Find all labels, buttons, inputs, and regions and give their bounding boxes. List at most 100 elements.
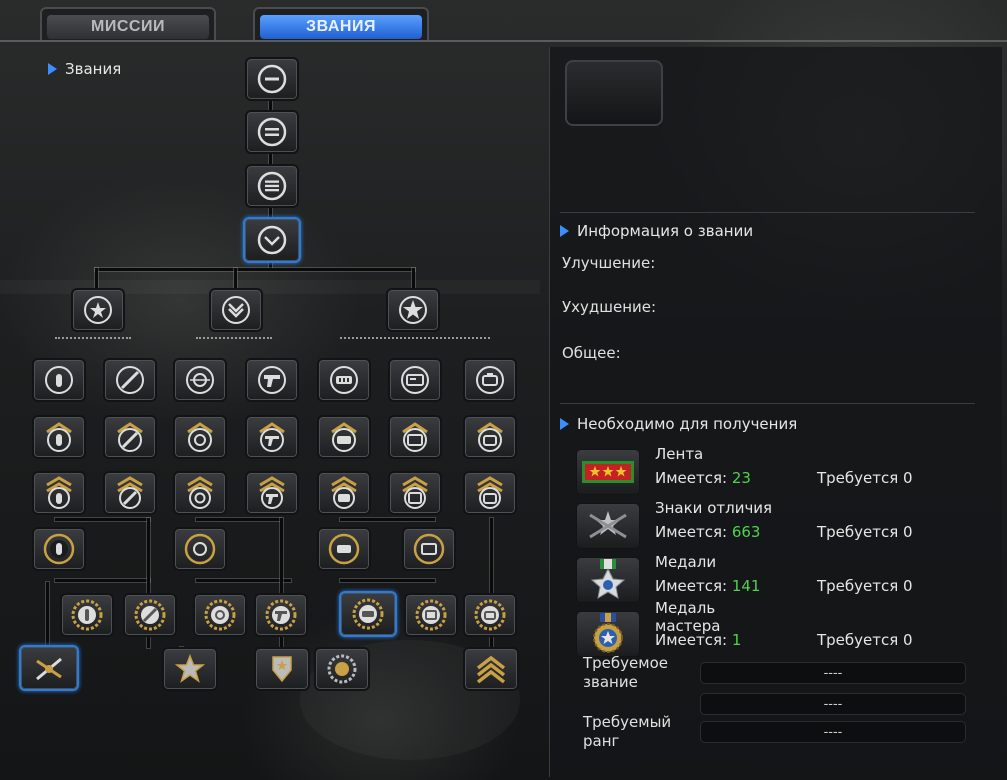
requirement-name: Медаль мастера: [655, 599, 721, 635]
have-label: Имеется:: [655, 631, 728, 649]
tree-connector: [46, 582, 49, 652]
tree-connector: [55, 518, 150, 521]
requirement-need: Требуется 0: [817, 577, 913, 595]
rank-node-sniper-1[interactable]: [173, 358, 227, 402]
rank-node-private-first[interactable]: [245, 110, 299, 154]
rank-node-rifle-5[interactable]: [60, 593, 114, 637]
tree-connector: [55, 337, 131, 339]
bullet-chevron-icon: [46, 422, 72, 452]
ribbon-icon: [576, 449, 640, 495]
requirement-name: Медали: [655, 553, 717, 571]
rank-node-pistol-5[interactable]: [254, 593, 308, 637]
rank-node-ammo-3[interactable]: [317, 471, 371, 515]
tab-ranks-label: ЗВАНИЯ: [260, 15, 422, 39]
radio-double-chevron-icon: [402, 476, 428, 509]
rank-node-final-chevrons[interactable]: [463, 647, 519, 691]
rank-node-branch-2[interactable]: [209, 288, 263, 332]
rank-node-ammo-4[interactable]: [317, 527, 371, 571]
required-rank-label: Требуемый ранг: [583, 713, 672, 750]
rank-node-radio-4[interactable]: [402, 527, 456, 571]
have-value: 663: [731, 523, 761, 541]
star-badge-icon: [399, 296, 427, 324]
rank-node-sniper-3[interactable]: [173, 471, 227, 515]
rank-badge-icon: [257, 64, 287, 94]
rank-node-blade-5[interactable]: [123, 593, 177, 637]
rank-portrait: [565, 60, 663, 126]
rank-info-title: Информация о звании: [560, 222, 753, 240]
pistol-double-chevron-icon: [259, 476, 285, 509]
degradation-label: Ухудшение:: [562, 298, 657, 316]
rank-node-final-star[interactable]: [162, 647, 218, 691]
requirement-row: Медали Имеется: 141 Требуется 0: [576, 553, 996, 607]
crossed-rifles-emblem-icon: [36, 657, 62, 681]
arrow-right-icon: [560, 225, 569, 237]
rank-node-final-rifle[interactable]: [19, 645, 79, 691]
required-title-field-secondary: ----: [700, 693, 966, 715]
tab-missions[interactable]: МИССИИ: [40, 7, 216, 41]
rank-node-pistol-1[interactable]: [245, 358, 299, 402]
ammo-icon: [330, 366, 358, 394]
requirement-have: Имеется: 141: [655, 577, 760, 595]
rank-node-rifle-2[interactable]: [32, 415, 86, 459]
bullet-double-chevron-icon: [46, 476, 72, 509]
rank-node-rifle-1[interactable]: [32, 358, 86, 402]
rank-node-radio-3[interactable]: [388, 471, 442, 515]
rank-node-rifle-3[interactable]: [32, 471, 86, 515]
rank-node-radio-1[interactable]: [388, 358, 442, 402]
bullet-icon: [45, 366, 73, 394]
rank-node-sniper-4[interactable]: [173, 527, 227, 571]
rank-node-blade-1[interactable]: [103, 358, 157, 402]
ammo-chevron-icon: [331, 422, 357, 452]
have-label: Имеется:: [655, 577, 728, 595]
have-value: 23: [731, 469, 751, 487]
rank-node-blade-2[interactable]: [103, 415, 157, 459]
rank-node-sergeant[interactable]: [243, 217, 301, 263]
rank-node-final-wreath[interactable]: [314, 647, 370, 691]
tree-connector: [340, 579, 435, 582]
rank-node-final-pistol[interactable]: [254, 647, 310, 691]
tab-ranks[interactable]: ЗВАНИЯ: [253, 7, 429, 41]
required-rank-field: ----: [700, 721, 966, 743]
tree-connector: [340, 518, 435, 521]
radio-gold-ring-icon: [413, 533, 445, 565]
rank-node-ammo-5[interactable]: [339, 591, 397, 637]
rank-node-pistol-2[interactable]: [245, 415, 299, 459]
rank-node-medic-1[interactable]: [463, 358, 517, 402]
medal-icon: [576, 557, 640, 603]
requirement-need: Требуется 0: [817, 631, 913, 649]
divider: [560, 403, 975, 404]
have-value: 1: [731, 631, 742, 649]
rank-info-panel: Информация о звании Улучшение: Ухудшение…: [549, 47, 1002, 777]
knife-icon: [116, 366, 144, 394]
divider: [560, 212, 975, 213]
rank-node-radio-5[interactable]: [404, 593, 458, 637]
rank-node-private[interactable]: [245, 57, 299, 101]
rank-node-radio-2[interactable]: [388, 415, 442, 459]
rank-node-pistol-3[interactable]: [245, 471, 299, 515]
rank-node-rifle-4[interactable]: [32, 527, 86, 571]
rank-node-blade-3[interactable]: [103, 471, 157, 515]
requirement-row: Знаки отличия Имеется: 663 Требуется 0: [576, 499, 996, 553]
requirement-have: Имеется: 1: [655, 631, 741, 649]
knife-double-chevron-icon: [117, 476, 143, 509]
bullet-wreath-icon: [71, 599, 103, 631]
knife-wreath-icon: [134, 599, 166, 631]
rank-node-medic-3[interactable]: [463, 471, 517, 515]
rank-node-sniper-5[interactable]: [193, 593, 247, 637]
radio-wreath-icon: [415, 599, 447, 631]
medkit-chevron-icon: [477, 422, 503, 452]
rank-node-sniper-2[interactable]: [173, 415, 227, 459]
rank-node-medic-5[interactable]: [463, 593, 517, 637]
rank-node-ammo-2[interactable]: [317, 415, 371, 459]
pistol-chevron-icon: [259, 422, 285, 452]
rank-node-ammo-1[interactable]: [317, 358, 371, 402]
pistol-icon: [258, 366, 286, 394]
rank-node-branch-1[interactable]: [71, 288, 125, 332]
tree-connector: [340, 337, 490, 339]
rank-node-medic-2[interactable]: [463, 415, 517, 459]
master-medal-icon: [576, 611, 640, 657]
requirement-name: Лента: [655, 445, 704, 463]
rank-node-branch-3[interactable]: [386, 288, 440, 332]
rank-node-corporal[interactable]: [245, 164, 299, 208]
requirement-need: Требуется 0: [817, 523, 913, 541]
